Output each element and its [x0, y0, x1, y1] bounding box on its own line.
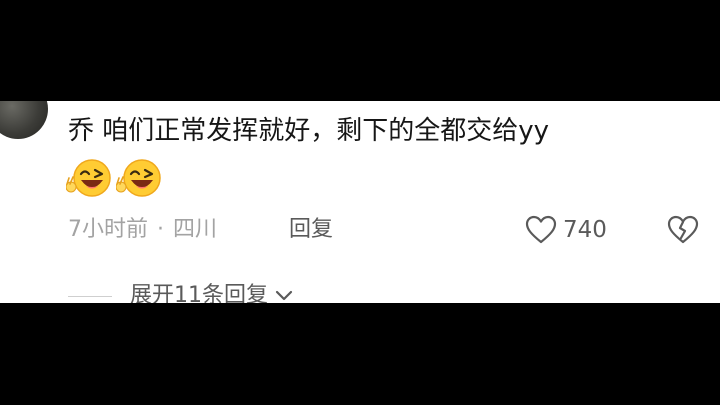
reply-button[interactable]: 回复	[289, 215, 333, 245]
comment-text: 乔 咱们正常发挥就好，剩下的全都交给yy	[68, 116, 550, 146]
expand-replies-button[interactable]: 展开11条回复	[68, 281, 294, 303]
comment-time: 7小时前	[68, 217, 148, 242]
comment-location: 四川	[173, 217, 218, 242]
emoji-row	[66, 157, 164, 199]
avatar[interactable]	[0, 101, 48, 139]
divider-line	[68, 295, 112, 297]
letterbox-top	[0, 0, 720, 101]
expand-replies-label: 展开11条回复	[130, 283, 268, 303]
laughing-wink-emoji-icon	[116, 159, 161, 197]
broken-heart-icon[interactable]	[667, 213, 699, 247]
meta-separator: ·	[157, 217, 164, 242]
letterbox-bottom	[0, 303, 720, 405]
like-button[interactable]: 740	[525, 212, 607, 248]
comment-meta: 7小时前 · 四川	[68, 215, 217, 245]
laughing-wink-emoji-icon	[66, 159, 111, 197]
comment-panel: 乔 咱们正常发挥就好，剩下的全都交给yy 7小时前 · 四川 回复 740 展开…	[0, 101, 720, 303]
chevron-down-icon	[275, 290, 293, 301]
like-count: 740	[563, 217, 607, 243]
heart-icon	[525, 215, 557, 244]
